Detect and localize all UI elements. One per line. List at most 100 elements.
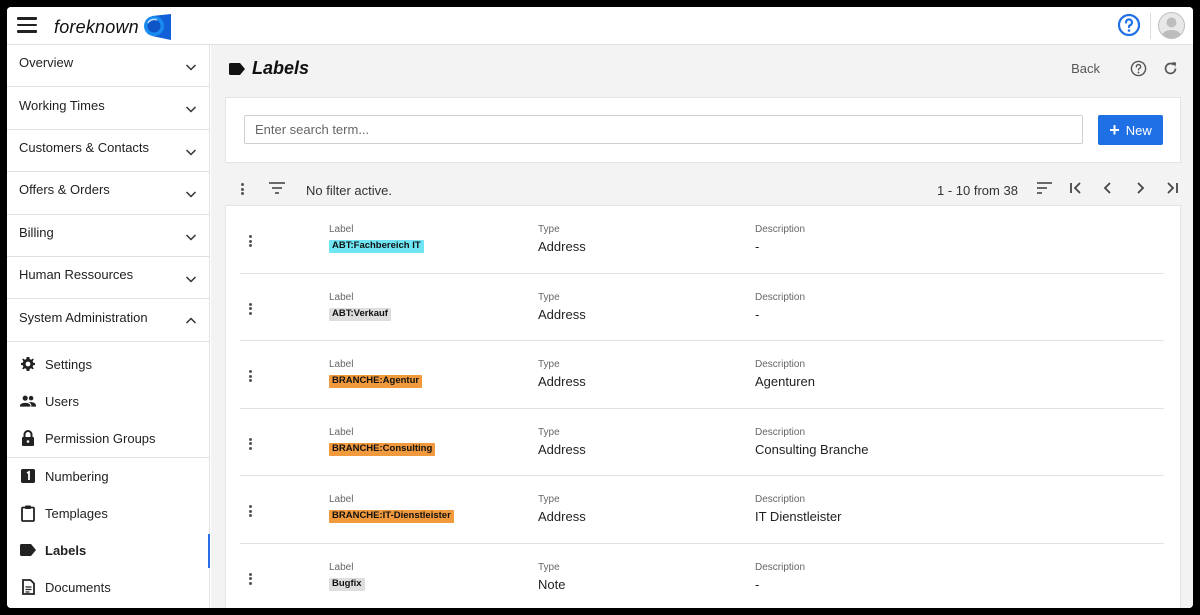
filter-bar: No filter active. 1 - 10 from 38 [225, 169, 1181, 199]
type-header: Type [538, 561, 560, 573]
pagination-range: 1 - 10 from 38 [937, 183, 1018, 198]
description-value: Agenturen [755, 374, 815, 389]
label-icon [229, 63, 245, 75]
top-divider [1150, 13, 1151, 39]
label-header: Label [329, 359, 354, 370]
next-page-icon[interactable] [1133, 181, 1147, 195]
row-menu-icon[interactable] [243, 235, 257, 247]
chevron-down-icon [185, 234, 197, 241]
filter-status: No filter active. [306, 183, 392, 198]
help-icon[interactable] [1117, 13, 1141, 37]
description-value: Consulting Branche [755, 441, 869, 457]
menu-icon[interactable] [17, 17, 37, 33]
app-logo[interactable]: foreknown [54, 13, 172, 41]
type-header: Type [538, 494, 560, 505]
nav-group-customers-contacts[interactable]: Customers & Contacts [7, 130, 209, 173]
nav-group-working-times[interactable]: Working Times [7, 87, 209, 130]
type-value: Address [538, 239, 586, 254]
nav-group-billing[interactable]: Billing [7, 215, 209, 257]
nav-group-label: Customers & Contacts [19, 139, 150, 155]
more-options-icon[interactable] [235, 183, 249, 195]
description-header: Description [755, 494, 806, 505]
list-item[interactable]: Label ABT:Verkauf Type Address Descripti… [226, 274, 1180, 341]
row-menu-icon[interactable] [243, 370, 257, 382]
chevron-down-icon [185, 276, 197, 283]
help-icon[interactable] [1130, 60, 1147, 77]
previous-page-icon[interactable] [1101, 181, 1115, 195]
labels-list: Label ABT:Fachbereich IT Type Address De… [225, 205, 1181, 608]
nav-group-system-administration[interactable]: System Administration [7, 299, 209, 342]
nav-group-offers-orders[interactable]: Offers & Orders [7, 172, 209, 215]
chevron-down-icon [185, 149, 197, 156]
filter-icon[interactable] [269, 182, 285, 194]
new-button[interactable]: + New [1098, 115, 1163, 145]
sidebar-item-label: Documents [45, 579, 111, 595]
description-value: - [755, 306, 760, 322]
chevron-down-icon [185, 191, 197, 198]
type-value: Address [538, 374, 586, 389]
sidebar-item-label: Labels [45, 542, 87, 558]
lock-icon [22, 430, 34, 447]
logo-text: foreknown [54, 16, 139, 37]
nav-group-human-ressources[interactable]: Human Ressources [7, 257, 209, 300]
chevron-down-icon [185, 64, 197, 71]
description-value: - [755, 576, 760, 592]
clipboard-icon [21, 505, 35, 522]
sidebar-item-labels[interactable]: Labels [7, 532, 210, 569]
back-button[interactable]: Back [1071, 61, 1100, 76]
description-header: Description [755, 359, 806, 370]
nav-group-label: Offers & Orders [19, 182, 110, 198]
list-item[interactable]: Label BRANCHE:IT-Dienstleister Type Addr… [226, 476, 1180, 544]
last-page-icon[interactable] [1165, 181, 1179, 195]
row-menu-icon[interactable] [243, 505, 257, 517]
list-item[interactable]: Label BRANCHE:Consulting Type Address De… [226, 409, 1180, 476]
type-value: Address [538, 509, 586, 524]
sidebar-item-permission-groups[interactable]: Permission Groups [7, 420, 209, 457]
sidebar: Overview Working Times Customers & Conta… [7, 45, 210, 608]
document-icon [21, 579, 35, 596]
search-input[interactable] [244, 115, 1083, 144]
app-window: foreknown Overview Working Times Custome… [7, 7, 1193, 608]
sidebar-item-label: Users [45, 393, 79, 409]
sidebar-item-label: Numbering [45, 468, 109, 484]
nav-group-label: System Administration [19, 309, 148, 325]
description-header: Description [755, 224, 806, 235]
logo-mark-icon [143, 14, 171, 40]
nav-group-label: Working Times [19, 97, 105, 113]
list-item[interactable]: Label Bugfix Type Note Description - [226, 544, 1180, 609]
label-header: Label [329, 224, 354, 235]
label-header: Label [329, 426, 354, 438]
type-header: Type [538, 224, 560, 235]
page-header: Labels Back [211, 45, 1193, 97]
sidebar-item-users[interactable]: Users [7, 383, 209, 420]
type-value: Address [538, 306, 586, 322]
main-content: Labels Back + New No filter active. [211, 45, 1193, 608]
first-page-icon[interactable] [1069, 181, 1083, 195]
row-menu-icon[interactable] [243, 437, 257, 450]
sort-icon[interactable] [1037, 182, 1052, 194]
label-tag: ABT:Verkauf [329, 307, 391, 321]
new-button-label: New [1125, 122, 1152, 138]
row-menu-icon[interactable] [243, 572, 257, 585]
gear-icon [21, 357, 35, 372]
label-tag: BRANCHE:IT-Dienstleister [329, 510, 454, 523]
type-header: Type [538, 426, 560, 438]
sidebar-item-documents[interactable]: Documents [7, 569, 209, 606]
refresh-icon[interactable] [1162, 60, 1179, 77]
avatar-icon[interactable] [1158, 12, 1185, 39]
search-panel: + New [225, 97, 1181, 163]
type-header: Type [538, 291, 560, 303]
list-item[interactable]: Label ABT:Fachbereich IT Type Address De… [226, 206, 1180, 274]
plus-icon: + [1109, 120, 1120, 140]
row-menu-icon[interactable] [243, 302, 257, 315]
sidebar-item-numbering[interactable]: Numbering [7, 458, 209, 495]
label-tag: ABT:Fachbereich IT [329, 240, 424, 253]
chevron-up-icon [185, 317, 197, 324]
top-bar: foreknown [7, 7, 1193, 45]
sidebar-item-settings[interactable]: Settings [7, 346, 209, 383]
description-header: Description [755, 291, 806, 303]
nav-group-overview[interactable]: Overview [7, 45, 209, 88]
list-item[interactable]: Label BRANCHE:Agentur Type Address Descr… [226, 341, 1180, 409]
sidebar-item-templages[interactable]: Templages [7, 495, 209, 532]
label-tag: BRANCHE:Consulting [329, 442, 436, 456]
